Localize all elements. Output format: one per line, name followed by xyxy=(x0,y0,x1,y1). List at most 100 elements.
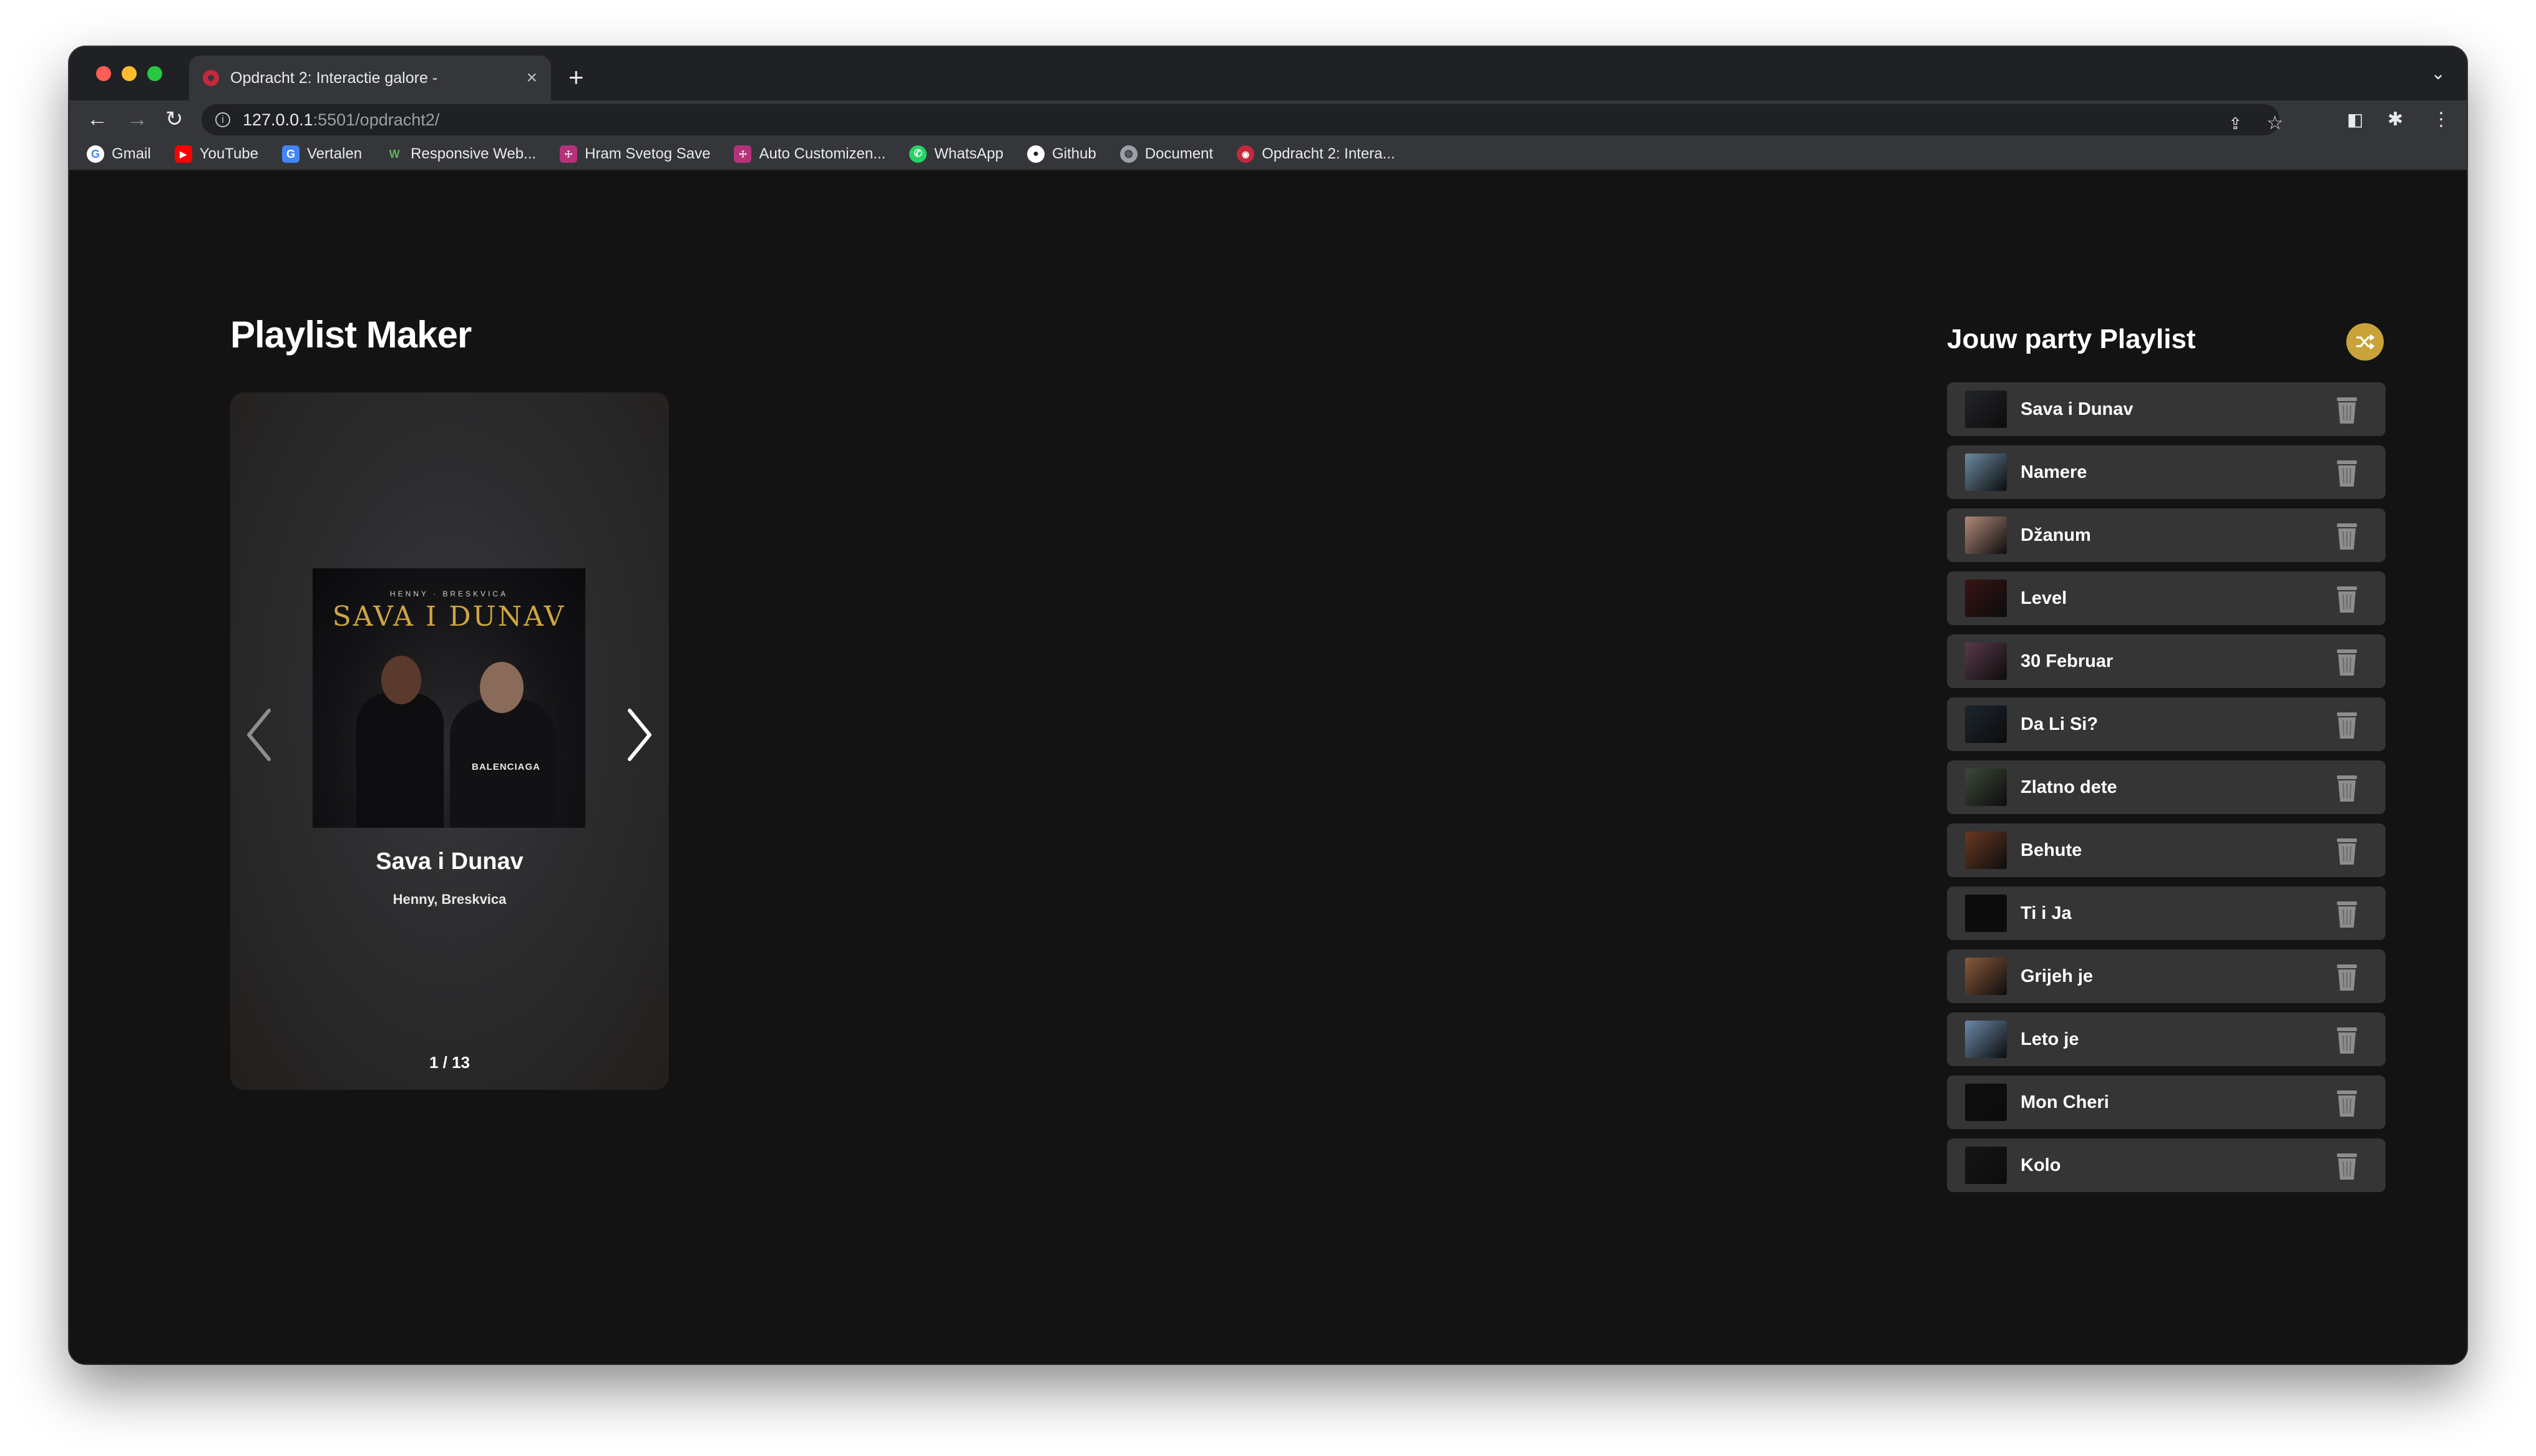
playlist-item-name: Grijeh je xyxy=(2021,966,2094,986)
menu-kebab-icon[interactable]: ⋮ xyxy=(2432,108,2451,132)
forward-arrow-icon[interactable]: → xyxy=(127,107,148,132)
playlist-item[interactable]: Džanum xyxy=(1947,508,2386,562)
playlist-item-name: 30 Februar xyxy=(2021,651,2114,671)
bookmark-auto-customizen[interactable]: ☩ Auto Customizen... xyxy=(734,145,885,163)
page-icon: ◉ xyxy=(1237,145,1255,163)
tab-title: Opdracht 2: Interactie galore - xyxy=(230,69,438,87)
trash-icon[interactable] xyxy=(2333,1088,2361,1118)
song-thumbnail xyxy=(1965,832,2007,869)
translate-icon: G xyxy=(281,145,300,163)
bookmark-gmail[interactable]: G Gmail xyxy=(87,145,151,163)
playlist-item[interactable]: Da Li Si? xyxy=(1947,697,2386,751)
trash-icon[interactable] xyxy=(2333,647,2361,677)
trash-icon[interactable] xyxy=(2333,1025,2361,1055)
webflow-icon: W xyxy=(389,148,400,160)
bookmarks-bar: G Gmail ▶ YouTube G Vertalen W Responsiv… xyxy=(69,139,2467,170)
playlist-item-name: Kolo xyxy=(2021,1155,2061,1175)
carousel-counter: 1 / 13 xyxy=(429,1053,471,1072)
bookmark-label: Github xyxy=(1051,145,1096,162)
playlist-item-name: Džanum xyxy=(2021,525,2091,545)
playlist-item[interactable]: Sava i Dunav xyxy=(1947,382,2386,436)
song-thumbnail xyxy=(1965,454,2007,491)
playlist-item[interactable]: 30 Februar xyxy=(1947,634,2386,688)
bookmark-document[interactable]: ◍ Document xyxy=(1119,145,1213,163)
shuffle-button[interactable] xyxy=(2346,323,2384,361)
site-info-icon[interactable]: i xyxy=(215,112,230,127)
share-icon[interactable]: ⇪ xyxy=(2228,112,2242,135)
playlist-item-name: Sava i Dunav xyxy=(2021,399,2134,419)
extensions-icon[interactable]: ✱ xyxy=(2387,108,2403,132)
bookmark-label: Auto Customizen... xyxy=(759,145,886,162)
page-title: Playlist Maker xyxy=(230,314,472,356)
close-window-button[interactable] xyxy=(96,66,111,81)
bookmark-label: WhatsApp xyxy=(934,145,1003,162)
playlist-item[interactable]: Mon Cheri xyxy=(1947,1075,2386,1129)
trash-icon[interactable] xyxy=(2333,962,2361,992)
trash-icon[interactable] xyxy=(2333,584,2361,614)
cover-figure-left xyxy=(356,693,444,828)
back-arrow-icon[interactable]: ← xyxy=(87,107,108,132)
globe-icon: ◍ xyxy=(1119,145,1138,163)
playlist-item[interactable]: Zlatno dete xyxy=(1947,760,2386,814)
song-thumbnail xyxy=(1965,1021,2007,1058)
reload-icon[interactable]: ↻ xyxy=(165,107,183,132)
song-carousel-card: HENNY · BRESKVICA SAVA I DUNAV BALENCIAG… xyxy=(230,392,669,1090)
trash-icon[interactable] xyxy=(2333,773,2361,803)
playlist-item-name: Level xyxy=(2021,588,2067,608)
minimize-window-button[interactable] xyxy=(122,66,137,81)
tab-strip: Opdracht 2: Interactie galore - × + ⌄ xyxy=(69,47,2467,100)
trash-icon[interactable] xyxy=(2333,521,2361,551)
shuffle-icon xyxy=(2356,334,2375,350)
church-icon: ☩ xyxy=(560,145,578,163)
song-thumbnail xyxy=(1965,958,2007,995)
bookmark-star-icon[interactable]: ☆ xyxy=(2266,112,2283,135)
song-thumbnail xyxy=(1965,580,2007,617)
playlist-item-name: Leto je xyxy=(2021,1029,2079,1049)
trash-icon[interactable] xyxy=(2333,710,2361,740)
tab-search-chevron-icon[interactable]: ⌄ xyxy=(2431,63,2446,84)
playlist-item[interactable]: Kolo xyxy=(1947,1138,2386,1192)
previous-arrow-icon[interactable] xyxy=(244,707,274,763)
bookmark-label: Responsive Web... xyxy=(411,145,537,162)
bookmark-github[interactable]: ● Github xyxy=(1027,145,1096,163)
playlist-title: Jouw party Playlist xyxy=(1947,324,2196,354)
bookmark-label: Vertalen xyxy=(306,145,363,162)
playlist-list: Sava i Dunav Namere Džanum Level 30 Februar D… xyxy=(1947,382,2386,1201)
song-thumbnail xyxy=(1965,769,2007,806)
address-bar[interactable]: i 127.0.0.1:5501/opdracht2/ ⇪ ☆ xyxy=(202,104,2283,135)
whatsapp-icon: ✆ xyxy=(909,145,927,163)
side-panel-icon[interactable]: ◧ xyxy=(2347,108,2363,132)
playlist-item[interactable]: Leto je xyxy=(1947,1012,2386,1066)
cover-figure-right-head xyxy=(480,662,524,713)
bookmark-youtube[interactable]: ▶ YouTube xyxy=(174,145,258,163)
maximize-window-button[interactable] xyxy=(147,66,162,81)
playlist-item[interactable]: Namere xyxy=(1947,445,2386,499)
bookmark-whatsapp[interactable]: ✆ WhatsApp xyxy=(909,145,1003,163)
cover-artists-text: HENNY · BRESKVICA xyxy=(389,590,509,598)
playlist-item[interactable]: Level xyxy=(1947,571,2386,625)
playlist-item[interactable]: Ti i Ja xyxy=(1947,886,2386,940)
tab-close-icon[interactable]: × xyxy=(526,69,537,87)
cover-tag-text: BALENCIAGA xyxy=(472,762,540,772)
trash-icon[interactable] xyxy=(2333,458,2361,488)
trash-icon[interactable] xyxy=(2333,899,2361,929)
page-content: Playlist Maker HENNY · BRESKVICA SAVA I … xyxy=(69,172,2467,1364)
bookmark-label: YouTube xyxy=(199,145,258,162)
bookmark-vertalen[interactable]: G Vertalen xyxy=(281,145,363,163)
trash-icon[interactable] xyxy=(2333,395,2361,425)
new-tab-button[interactable]: + xyxy=(568,64,584,90)
playlist-item-name: Zlatno dete xyxy=(2021,777,2117,797)
playlist-item[interactable]: Grijeh je xyxy=(1947,949,2386,1003)
next-arrow-icon[interactable] xyxy=(625,707,655,763)
bookmark-hram-svetog-save[interactable]: ☩ Hram Svetog Save xyxy=(560,145,710,163)
github-icon: ● xyxy=(1027,145,1045,163)
song-thumbnail xyxy=(1965,895,2007,932)
browser-window: Opdracht 2: Interactie galore - × + ⌄ ← … xyxy=(69,47,2467,1364)
playlist-item[interactable]: Behute xyxy=(1947,823,2386,877)
bookmark-responsive-web[interactable]: W Responsive Web... xyxy=(386,145,537,163)
tab-active[interactable]: Opdracht 2: Interactie galore - × xyxy=(189,56,551,100)
bookmark-opdracht-2[interactable]: ◉ Opdracht 2: Intera... xyxy=(1237,145,1395,163)
trash-icon[interactable] xyxy=(2333,836,2361,866)
song-thumbnail xyxy=(1965,1147,2007,1184)
trash-icon[interactable] xyxy=(2333,1151,2361,1181)
